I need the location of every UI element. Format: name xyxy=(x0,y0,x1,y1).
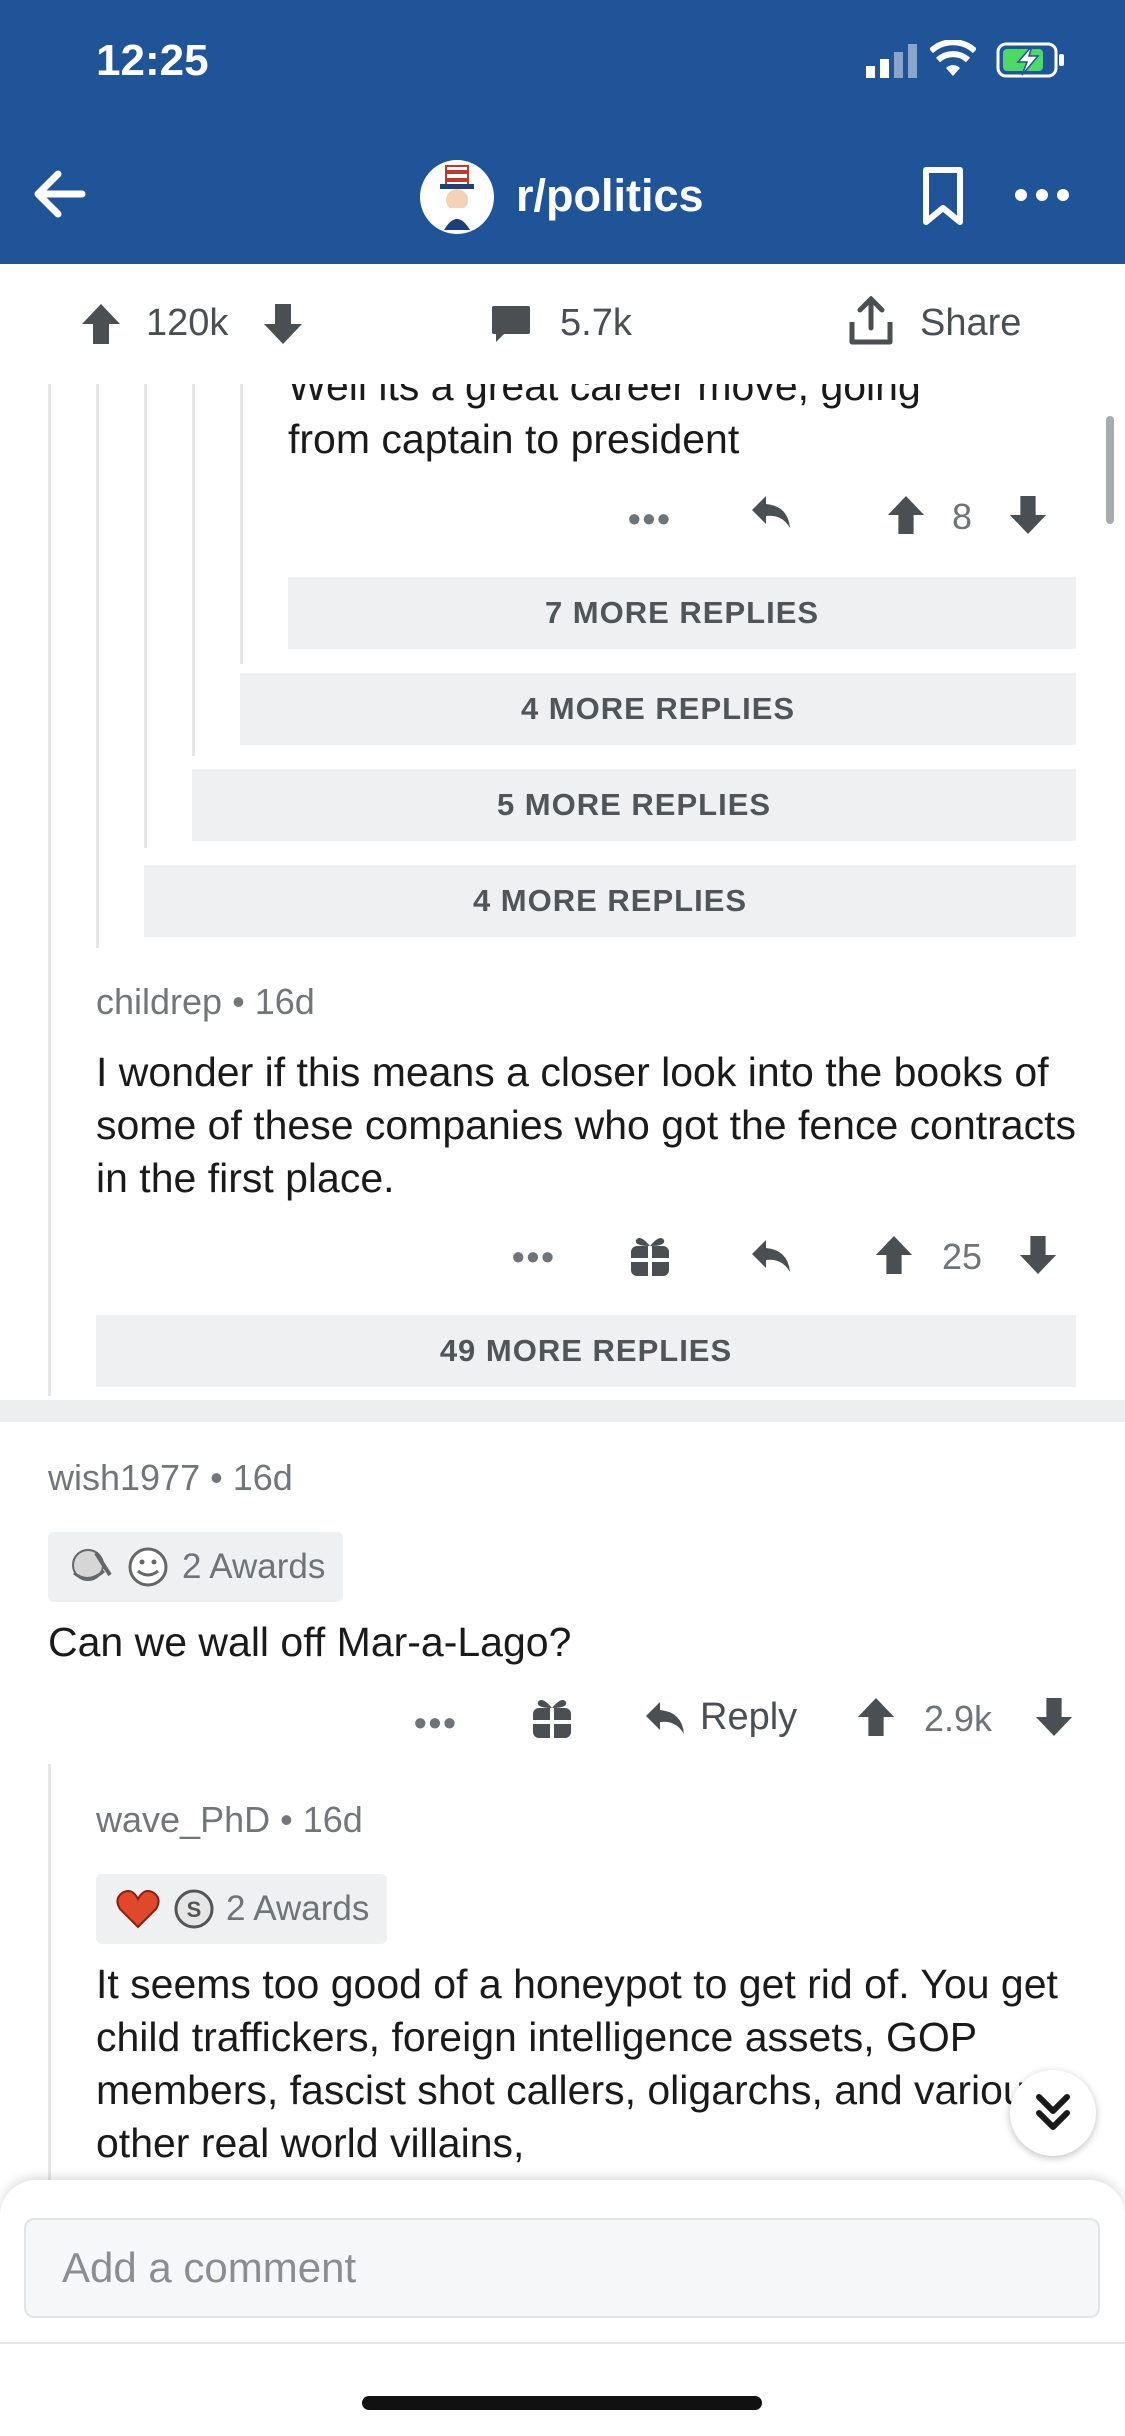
comment-age: 16d xyxy=(302,1799,363,1840)
subreddit-avatar[interactable] xyxy=(420,160,494,234)
comment-downvote-icon[interactable] xyxy=(1018,1234,1058,1276)
comments-icon[interactable] xyxy=(490,304,532,344)
wifi-icon xyxy=(930,40,976,76)
add-comment-input[interactable] xyxy=(24,2218,1100,2318)
home-indicator[interactable] xyxy=(362,2396,762,2410)
bookmark-icon[interactable] xyxy=(918,166,968,226)
thread-line[interactable] xyxy=(48,384,51,1396)
subreddit-title[interactable]: r/politics xyxy=(516,170,704,222)
svg-text:S: S xyxy=(187,1897,202,1922)
silver-award-icon: S xyxy=(174,1889,214,1929)
awards-badge[interactable]: S 2 Awards xyxy=(96,1874,388,1944)
comment-body: I wonder if this means a closer look int… xyxy=(96,1049,1076,1201)
comment-author[interactable]: wave_PhD xyxy=(96,1799,270,1840)
comment-meta: childrep • 16d xyxy=(96,981,315,1023)
thread-line[interactable] xyxy=(48,1764,51,2184)
share-icon[interactable] xyxy=(848,296,894,346)
comment-body: Can we wall off Mar-a-Lago? xyxy=(48,1619,572,1665)
more-replies-button[interactable]: 5 MORE REPLIES xyxy=(192,769,1076,841)
comment-count[interactable]: 5.7k xyxy=(560,302,632,345)
reply-icon[interactable] xyxy=(642,1698,688,1738)
comment-downvote-icon[interactable] xyxy=(1008,494,1048,536)
comment-more-icon[interactable]: ••• xyxy=(512,1236,556,1278)
scrollbar-thumb[interactable] xyxy=(1106,416,1114,524)
upvote-icon[interactable] xyxy=(80,302,122,346)
comment-author[interactable]: wish1977 xyxy=(48,1457,200,1498)
smile-award-icon xyxy=(128,1547,168,1587)
reply-button[interactable]: Reply xyxy=(700,1696,797,1739)
comment-body: It seems too good of a honeypot to get r… xyxy=(96,1961,1058,2166)
thread-line[interactable] xyxy=(192,384,195,756)
more-replies-button[interactable]: 4 MORE REPLIES xyxy=(240,673,1076,745)
comment-age: 16d xyxy=(232,1457,293,1498)
uncle-sam-icon xyxy=(440,165,474,230)
thread-line[interactable] xyxy=(240,384,243,664)
awards-count: 2 Awards xyxy=(226,1889,370,1928)
award-icon[interactable] xyxy=(530,1694,574,1740)
comment-score: 2.9k xyxy=(924,1698,993,1739)
thread-line[interactable] xyxy=(96,384,99,948)
comment-upvote-icon[interactable] xyxy=(856,1696,896,1738)
comment-score: 8 xyxy=(952,496,973,537)
meta-separator: • xyxy=(232,981,255,1022)
reply-icon[interactable] xyxy=(748,1236,794,1276)
more-replies-button[interactable]: 7 MORE REPLIES xyxy=(288,577,1076,649)
meta-separator: • xyxy=(280,1799,303,1840)
comment-more-icon[interactable]: ••• xyxy=(414,1702,458,1744)
downvote-icon[interactable] xyxy=(262,302,304,346)
thread-divider xyxy=(0,1400,1125,1422)
comment-author[interactable]: childrep xyxy=(96,981,222,1022)
more-replies-button[interactable]: 4 MORE REPLIES xyxy=(144,865,1076,937)
reply-icon[interactable] xyxy=(748,492,794,532)
jump-to-next-button[interactable] xyxy=(1010,2070,1096,2156)
comment-upvote-icon[interactable] xyxy=(874,1234,914,1276)
comment-downvote-icon[interactable] xyxy=(1034,1696,1074,1738)
heart-award-icon xyxy=(116,1890,160,1929)
comment-upvote-icon[interactable] xyxy=(886,494,926,536)
awards-count: 2 Awards xyxy=(182,1547,326,1586)
signal-icon xyxy=(866,44,917,78)
meta-separator: • xyxy=(210,1457,233,1498)
comment-more-icon[interactable]: ••• xyxy=(628,498,672,540)
status-time: 12:25 xyxy=(96,36,209,85)
hug-award-icon xyxy=(72,1549,112,1581)
nav-bar: r/politics xyxy=(0,130,1125,264)
awards-badge[interactable]: 2 Awards xyxy=(48,1532,344,1602)
back-arrow-icon[interactable] xyxy=(30,164,90,224)
award-icon[interactable] xyxy=(628,1232,672,1278)
status-bar: 12:25 xyxy=(0,0,1125,130)
share-label[interactable]: Share xyxy=(920,302,1021,345)
comment-meta: wave_PhD • 16d xyxy=(96,1799,363,1841)
post-score: 120k xyxy=(146,302,229,344)
comment-age: 16d xyxy=(254,981,315,1022)
battery-charging-icon xyxy=(996,42,1064,78)
post-actions-bar: 120k 5.7k Share xyxy=(0,264,1125,384)
more-replies-button[interactable]: 49 MORE REPLIES xyxy=(96,1315,1076,1387)
comment-score: 25 xyxy=(942,1236,983,1277)
double-chevron-down-icon xyxy=(1036,2094,1070,2130)
comment-meta: wish1977 • 16d xyxy=(48,1457,293,1499)
more-options-icon[interactable] xyxy=(1014,188,1070,202)
composer-divider xyxy=(0,2342,1125,2344)
thread-line[interactable] xyxy=(144,384,147,848)
